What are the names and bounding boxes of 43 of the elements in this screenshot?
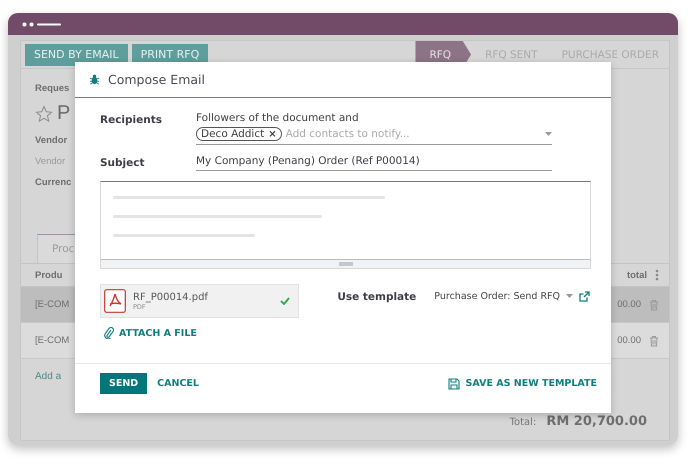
star-icon[interactable] [35, 104, 53, 122]
form-caption: Reques [35, 83, 70, 94]
total-label: Total: [510, 417, 536, 428]
record-title: P [57, 102, 70, 125]
kebab-menu-icon[interactable] [655, 269, 659, 281]
field-label: Currenc [35, 177, 72, 188]
pdf-file-icon [104, 289, 126, 313]
table-cell: 00.00 [617, 335, 641, 346]
cancel-button[interactable]: CANCEL [157, 378, 199, 389]
column-header: total [626, 270, 647, 280]
save-icon [448, 378, 460, 390]
bug-icon [89, 74, 100, 85]
trash-icon[interactable] [649, 298, 659, 310]
recipient-tag[interactable]: Deco Addict × [196, 127, 282, 141]
recipients-field[interactable]: Deco Addict × Add contacts to notify... [196, 127, 552, 145]
trash-icon[interactable] [649, 334, 659, 346]
subject-field[interactable]: My Company (Penang) Order (Ref P00014) [196, 155, 552, 171]
attach-file-link[interactable]: ATTACH A FILE [104, 327, 299, 339]
template-select[interactable]: Purchase Order: Send RFQ [434, 290, 560, 302]
external-link-icon[interactable] [579, 290, 590, 302]
table-cell: [E-COM [35, 299, 70, 310]
caret-icon [566, 294, 573, 298]
message-editor[interactable] [100, 181, 591, 269]
recipients-text: Followers of the document and [196, 112, 360, 124]
field-label: Vendor [35, 135, 68, 146]
dialog-title: Compose Email [108, 72, 205, 87]
window-controls-icon [22, 22, 62, 26]
field-label: Recipients [100, 113, 164, 128]
save-template-button[interactable]: SAVE AS NEW TEMPLATE [448, 378, 597, 390]
text-placeholder-icon [113, 196, 385, 240]
toolbar-button[interactable]: SEND BY EMAIL [25, 44, 128, 66]
table-cell: [E-COM [35, 335, 70, 346]
table-cell: 00.00 [617, 299, 641, 310]
column-header: Produ [35, 270, 62, 280]
field-label: Use template [337, 290, 416, 303]
attachment-name: RF_P00014.pdf [133, 292, 210, 302]
caret-icon [545, 132, 552, 136]
send-button[interactable]: SEND [100, 373, 148, 394]
total-value: RM 20,700.00 [546, 414, 647, 429]
field-label: Vendor [35, 156, 66, 167]
resize-grip-icon[interactable] [338, 262, 352, 266]
paperclip-icon [104, 327, 114, 339]
field-label: Subject [100, 156, 146, 171]
